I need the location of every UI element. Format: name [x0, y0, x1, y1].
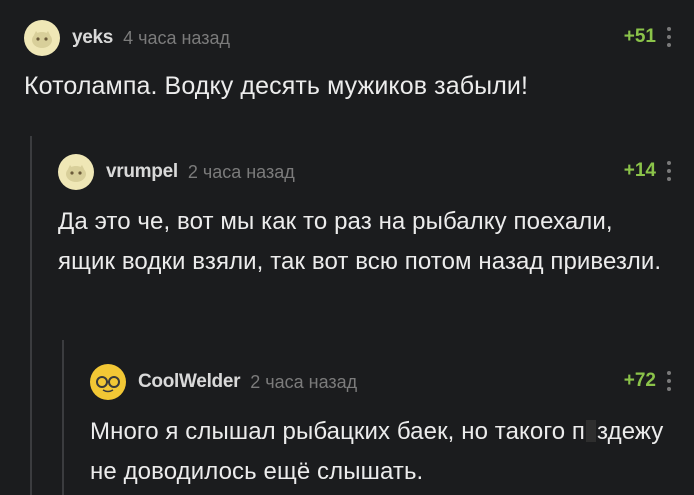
- comment-text: Да это че, вот мы как то раз на рыбалку …: [58, 208, 662, 275]
- comment-text: Много я слышал рыбацких баек, но такого …: [90, 412, 674, 492]
- user-avatar-icon: [96, 376, 120, 393]
- username[interactable]: vrumpel: [106, 161, 178, 183]
- comment-header: yeks 4 часа назад +51: [24, 18, 674, 58]
- comment-vrumpel: vrumpel 2 часа назад +14 Да это че, вот …: [58, 152, 674, 282]
- more-options-icon[interactable]: [664, 158, 674, 184]
- thread-line[interactable]: [30, 136, 32, 495]
- user-avatar-icon: [32, 31, 52, 48]
- username[interactable]: yeks: [72, 27, 113, 49]
- username[interactable]: CoolWelder: [138, 371, 241, 393]
- thread-line-nested[interactable]: [62, 340, 64, 495]
- timestamp[interactable]: 2 часа назад: [188, 162, 295, 183]
- avatar[interactable]: [24, 20, 60, 56]
- user-avatar-icon: [66, 165, 86, 182]
- comment-yeks: yeks 4 часа назад +51 Котолампа. Водку д…: [24, 18, 674, 106]
- comment-text: Котолампа. Водку десять мужиков забыли!: [24, 72, 529, 100]
- comment-coolwelder: CoolWelder 2 часа назад +72 Много я слыш…: [90, 362, 674, 492]
- rating-score: +72: [623, 370, 656, 391]
- comment-header: vrumpel 2 часа назад +14: [58, 152, 674, 192]
- rating-score: +14: [623, 160, 656, 181]
- more-options-icon[interactable]: [664, 24, 674, 50]
- comment-header: CoolWelder 2 часа назад +72: [90, 362, 674, 402]
- timestamp[interactable]: 2 часа назад: [250, 372, 357, 393]
- timestamp[interactable]: 4 часа назад: [123, 28, 230, 49]
- more-options-icon[interactable]: [664, 368, 674, 394]
- comment-thread: yeks 4 часа назад +51 Котолампа. Водку д…: [0, 0, 694, 495]
- comment-text-part: Много я слышал рыбацких баек, но такого …: [90, 418, 586, 445]
- avatar[interactable]: [90, 364, 126, 400]
- censor-mark: [586, 420, 597, 442]
- rating-score: +51: [623, 26, 656, 47]
- avatar[interactable]: [58, 154, 94, 190]
